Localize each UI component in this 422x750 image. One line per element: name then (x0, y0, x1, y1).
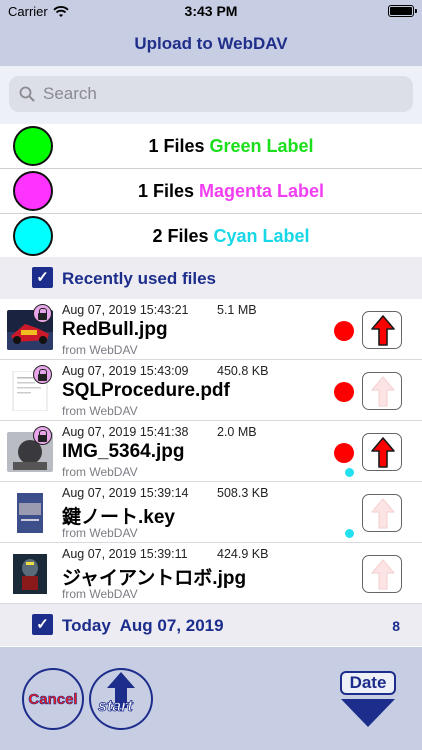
label-name: Green Label (209, 136, 314, 156)
start-button[interactable]: start (89, 668, 153, 730)
date-sort-button[interactable]: Date (338, 667, 398, 727)
file-row[interactable]: Aug 07, 2019 15:39:14 508.3 KB 鍵ノート.key … (0, 482, 422, 543)
upload-button[interactable] (362, 311, 402, 349)
label-row-cyan[interactable]: 2 Files Cyan Label (0, 214, 422, 259)
file-source: from WebDAV (62, 526, 138, 540)
today-count: 8 (392, 618, 400, 634)
label-count: 2 Files (152, 226, 209, 246)
cancel-label: Cancel (28, 691, 78, 709)
today-section-header[interactable]: ✓ Today Aug 07, 2019 8 (0, 604, 422, 646)
file-date: Aug 07, 2019 15:39:14 (62, 486, 189, 500)
file-date: Aug 07, 2019 15:39:11 (62, 547, 188, 561)
label-list: 1 Files Green Label 1 Files Magenta Labe… (0, 124, 422, 259)
file-size: 450.8 KB (217, 364, 269, 378)
start-label: start (98, 698, 133, 716)
cancel-button[interactable]: Cancel (22, 668, 84, 730)
status-bar: Carrier 3:43 PM (0, 0, 422, 22)
page-title: Upload to WebDAV (134, 34, 288, 53)
file-row[interactable]: Aug 07, 2019 15:43:21 5.1 MB RedBull.jpg… (0, 299, 422, 360)
label-count: 1 Files (137, 181, 194, 201)
cyan-label-marker (345, 468, 354, 477)
upload-arrow-icon (371, 376, 395, 407)
label-name: Cyan Label (213, 226, 310, 246)
file-source: from WebDAV (62, 465, 138, 479)
today-checkbox[interactable]: ✓ (32, 614, 53, 635)
file-thumbnail (13, 554, 47, 594)
cyan-label-marker (345, 529, 354, 538)
bottom-toolbar: Cancel start Date (0, 647, 422, 750)
file-source: from WebDAV (62, 343, 138, 357)
upload-arrow-icon (371, 498, 395, 529)
recent-section-title: Recently used files (62, 269, 217, 288)
upload-button[interactable] (362, 372, 402, 410)
status-time: 3:43 PM (184, 3, 238, 19)
label-name: Magenta Label (199, 181, 325, 201)
red-label-dot (334, 443, 354, 463)
file-thumbnail (17, 493, 43, 533)
file-row[interactable]: Aug 07, 2019 15:39:11 424.9 KB ジャイアントロボ.… (0, 543, 422, 604)
file-date: Aug 07, 2019 15:43:09 (62, 364, 189, 378)
search-bar[interactable] (9, 76, 413, 112)
file-name: RedBull.jpg (62, 319, 168, 340)
file-date: Aug 07, 2019 15:41:38 (62, 425, 189, 439)
upload-button[interactable] (362, 433, 402, 471)
sort-down-icon (341, 699, 395, 727)
upload-button[interactable] (362, 494, 402, 532)
today-title: Today (62, 616, 111, 635)
recent-section-header[interactable]: ✓ Recently used files (0, 257, 422, 299)
file-name: SQLProcedure.pdf (62, 380, 230, 401)
red-label-dot (334, 321, 354, 341)
file-size: 424.9 KB (217, 547, 269, 561)
file-name: 鍵ノート.key (62, 507, 175, 528)
file-size: 508.3 KB (217, 486, 269, 500)
lock-icon (33, 304, 52, 323)
file-name: ジャイアントロボ.jpg (62, 568, 247, 589)
upload-arrow-icon (371, 559, 395, 590)
search-input[interactable] (43, 84, 383, 104)
file-name: IMG_5364.jpg (62, 441, 185, 462)
file-size: 5.1 MB (217, 303, 257, 317)
file-source: from WebDAV (62, 587, 138, 601)
lock-icon (33, 426, 52, 445)
upload-arrow-icon (371, 437, 395, 468)
file-list: Aug 07, 2019 15:43:21 5.1 MB RedBull.jpg… (0, 299, 422, 604)
file-row[interactable]: Aug 07, 2019 15:43:09 450.8 KB SQLProced… (0, 360, 422, 421)
search-area (0, 66, 422, 124)
file-date: Aug 07, 2019 15:43:21 (62, 303, 189, 317)
label-row-green[interactable]: 1 Files Green Label (0, 124, 422, 169)
red-label-dot (334, 382, 354, 402)
today-date: Aug 07, 2019 (119, 616, 224, 635)
recent-checkbox[interactable]: ✓ (32, 267, 53, 288)
upload-button[interactable] (362, 555, 402, 593)
label-row-magenta[interactable]: 1 Files Magenta Label (0, 169, 422, 214)
lock-icon (33, 365, 52, 384)
battery-icon (388, 5, 417, 17)
upload-arrow-icon (371, 315, 395, 346)
file-source: from WebDAV (62, 404, 138, 418)
file-row[interactable]: Aug 07, 2019 15:41:38 2.0 MB IMG_5364.jp… (0, 421, 422, 482)
search-icon (19, 86, 35, 102)
file-size: 2.0 MB (217, 425, 257, 439)
label-count: 1 Files (148, 136, 205, 156)
date-label: Date (340, 671, 396, 695)
